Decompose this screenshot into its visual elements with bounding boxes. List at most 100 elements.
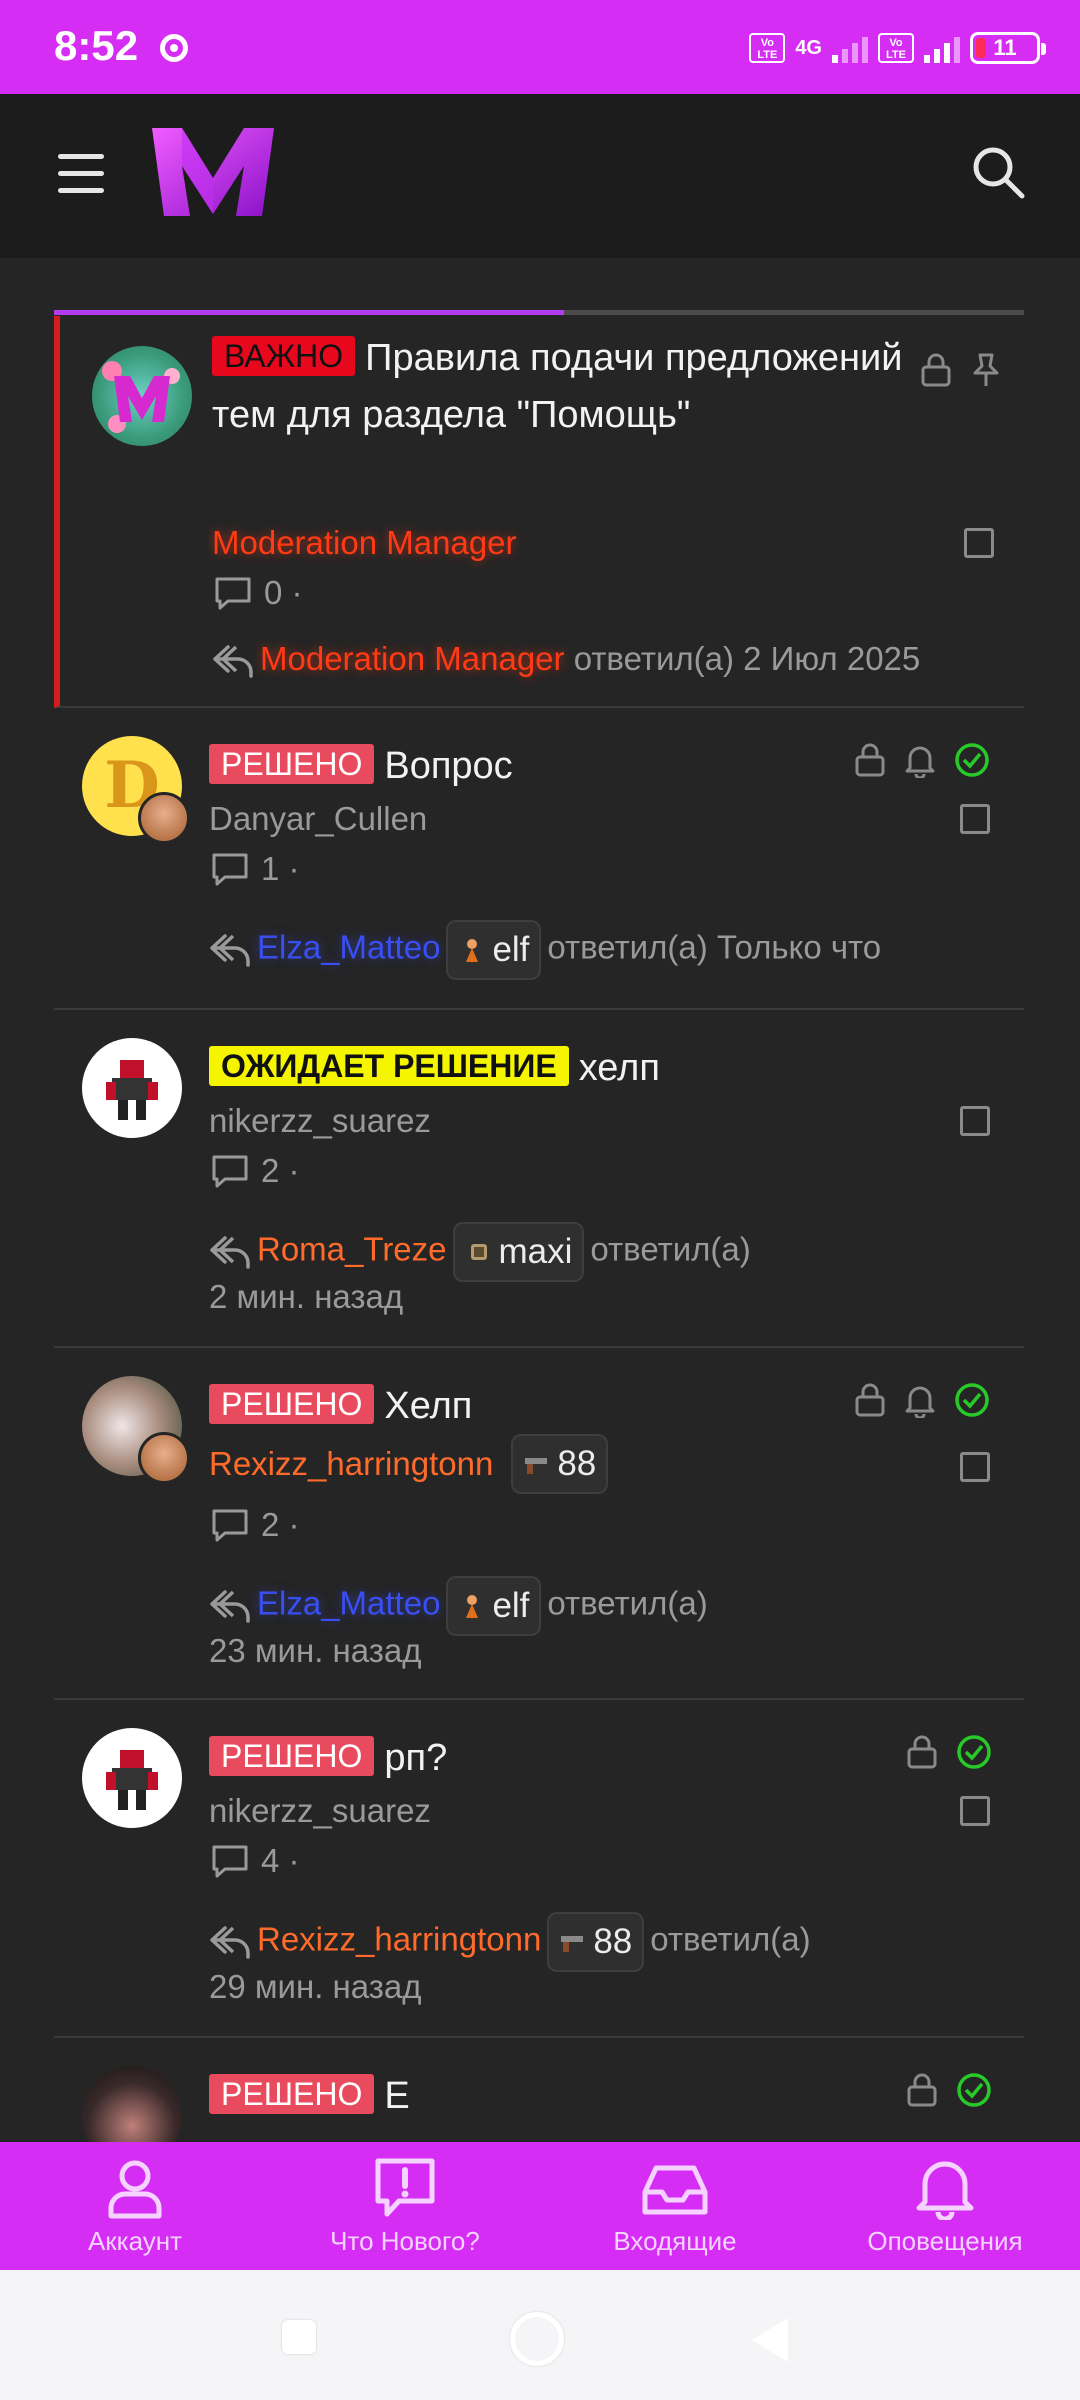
- user-tag: maxi: [452, 1222, 585, 1282]
- thread-title[interactable]: ВАЖНО Правила подачи предложений тем для …: [212, 330, 912, 444]
- tabs-underline: [54, 310, 1024, 315]
- active-tab-indicator: [54, 310, 564, 315]
- user-icon: [108, 2160, 162, 2219]
- reply-icon: [210, 1926, 250, 1959]
- reply-icon: [213, 645, 253, 679]
- last-reply-text: ответил(а): [590, 1230, 751, 1268]
- select-checkbox[interactable]: [960, 804, 990, 834]
- lock-icon: [907, 1735, 937, 1769]
- check-circle-icon: [957, 2073, 991, 2107]
- reply-icon: [210, 934, 250, 967]
- thread-item[interactable]: ВАЖНО Правила подачи предложений тем для …: [54, 316, 1024, 708]
- thread-title[interactable]: РЕШЕНО Вопрос: [209, 738, 849, 795]
- check-circle-icon: [955, 743, 989, 777]
- comment-icon: [212, 853, 248, 886]
- last-reply-text: ответил(а): [547, 1584, 708, 1622]
- thread-author[interactable]: nikerzz_suarez: [209, 1102, 431, 1140]
- avatar[interactable]: [82, 1728, 182, 1828]
- thread-author[interactable]: Moderation Manager: [212, 524, 517, 562]
- nav-label: Что Нового?: [330, 2226, 480, 2256]
- chrome-notification-icon: [160, 34, 188, 62]
- last-reply: Roma_Treze maxi ответил(а): [209, 1222, 751, 1282]
- back-button[interactable]: [752, 2318, 788, 2362]
- comment-icon: [215, 577, 251, 610]
- user-tag-text: 88: [593, 1922, 633, 1961]
- last-poster-avatar: [138, 1432, 190, 1484]
- status-indicators: Vo LTE 4G Vo LTE 11: [749, 30, 1046, 66]
- avatar[interactable]: [92, 346, 192, 446]
- thread-author[interactable]: nikerzz_suarez: [209, 1792, 431, 1830]
- prefix-badge: РЕШЕНО: [209, 2074, 375, 2114]
- thread-title[interactable]: РЕШЕНО Хелп: [209, 1378, 849, 1435]
- thread-author[interactable]: Rexizz_harringtonn 88: [209, 1434, 614, 1494]
- maxi-icon: [470, 1244, 487, 1260]
- reply-count-text: 2 ·: [261, 1152, 300, 1189]
- user-tag: 88: [511, 1434, 609, 1494]
- user-tag: elf: [446, 1576, 542, 1636]
- reply-icon: [210, 1236, 250, 1269]
- select-checkbox[interactable]: [964, 528, 994, 558]
- nav-label: Оповещения: [867, 2226, 1023, 2256]
- thread-title[interactable]: РЕШЕНО Е: [209, 2068, 849, 2125]
- thread-item[interactable]: D РЕШЕНО Вопрос Danyar_Cullen 1 · Elza_Ma…: [54, 708, 1024, 1010]
- comment-icon: [212, 1155, 248, 1188]
- thread-status-icons: [906, 1734, 992, 1770]
- select-checkbox[interactable]: [960, 1796, 990, 1826]
- nav-label: Входящие: [613, 2226, 737, 2256]
- status-bar: 8:52 Vo LTE 4G Vo LTE 11: [0, 0, 1080, 94]
- thread-item[interactable]: РЕШЕНО Е: [54, 2038, 1024, 2166]
- select-checkbox[interactable]: [960, 1106, 990, 1136]
- elf-icon: [466, 939, 479, 962]
- lock-icon: [855, 1383, 885, 1417]
- reply-count-text: 0 ·: [264, 574, 303, 611]
- select-checkbox[interactable]: [960, 1452, 990, 1482]
- thread-status-icons: [854, 1382, 990, 1418]
- nav-label: Аккаунт: [87, 2226, 183, 2256]
- last-poster[interactable]: Elza_Matteo: [257, 1585, 440, 1622]
- signal-icon: [832, 33, 868, 63]
- check-circle-icon: [957, 1735, 991, 1769]
- elf-icon: [466, 1595, 479, 1618]
- nav-whats-new[interactable]: Что Нового?: [270, 2142, 540, 2270]
- recents-button[interactable]: [282, 2320, 316, 2354]
- nav-notifications[interactable]: Оповещения: [810, 2142, 1080, 2270]
- thread-status-icons: [906, 2072, 992, 2108]
- home-button[interactable]: [510, 2312, 564, 2366]
- thread-item[interactable]: ОЖИДАЕТ РЕШЕНИЕ хелп nikerzz_suarez 2 · R…: [54, 1010, 1024, 1348]
- inbox-icon: [642, 2165, 708, 2215]
- pin-icon: [973, 353, 999, 386]
- last-poster[interactable]: Rexizz_harringtonn: [257, 1921, 541, 1958]
- reply-count: 0 ·: [214, 574, 303, 612]
- thread-item[interactable]: РЕШЕНО рп? nikerzz_suarez 4 · Rexizz_harr…: [54, 1700, 1024, 2038]
- thread-title[interactable]: РЕШЕНО рп?: [209, 1730, 849, 1787]
- thread-author-name: Rexizz_harringtonn: [209, 1445, 494, 1482]
- prefix-badge: РЕШЕНО: [209, 1384, 375, 1424]
- thread-title[interactable]: ОЖИДАЕТ РЕШЕНИЕ хелп: [209, 1040, 1009, 1097]
- user-tag: 88: [547, 1912, 645, 1972]
- search-icon[interactable]: [970, 144, 1026, 200]
- menu-icon[interactable]: [58, 154, 104, 194]
- thread-item[interactable]: РЕШЕНО Хелп Rexizz_harringtonn 88 2 · Elza…: [54, 1348, 1024, 1700]
- avatar[interactable]: [82, 1038, 182, 1138]
- thread-title-text: Вопрос: [384, 745, 513, 787]
- nav-inbox[interactable]: Входящие: [540, 2142, 810, 2270]
- last-poster[interactable]: Elza_Matteo: [257, 929, 440, 966]
- nav-account[interactable]: Аккаунт: [0, 2142, 270, 2270]
- last-reply: Rexizz_harringtonn 88 ответил(а): [209, 1912, 811, 1972]
- thread-status-icons: [920, 352, 1002, 388]
- thread-author[interactable]: Danyar_Cullen: [209, 800, 427, 838]
- last-poster[interactable]: Roma_Treze: [257, 1231, 447, 1268]
- signal-icon-2: [924, 33, 960, 63]
- last-poster[interactable]: Moderation Manager: [260, 640, 565, 677]
- prefix-badge: ВАЖНО: [212, 336, 356, 376]
- whats-new-icon: [375, 2158, 435, 2217]
- last-poster-avatar: [138, 792, 190, 844]
- thread-title-text: хелп: [578, 1047, 660, 1089]
- reply-count: 2 ·: [211, 1506, 300, 1544]
- reply-count: 4 ·: [211, 1842, 300, 1880]
- lock-icon: [907, 2073, 937, 2107]
- logo-icon[interactable]: [148, 122, 278, 222]
- last-reply: Elza_Matteo elf ответил(а): [209, 1576, 708, 1636]
- bell-icon: [905, 746, 935, 778]
- reply-icon: [210, 1590, 250, 1623]
